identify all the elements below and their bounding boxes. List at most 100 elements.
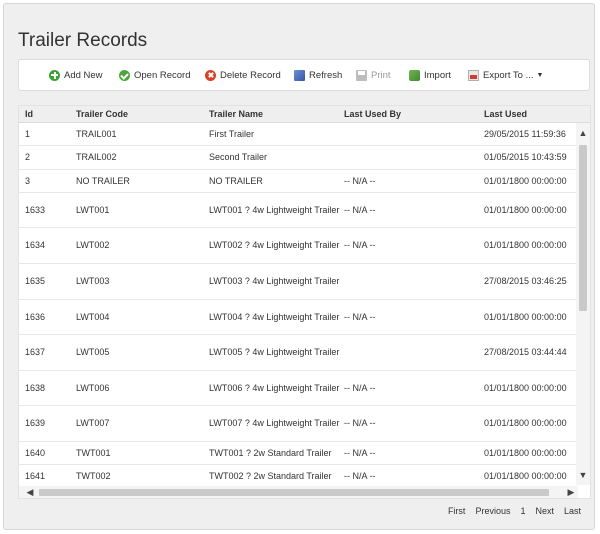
table-row[interactable]: 1 TRAIL001 First Trailer 29/05/2015 11:5… bbox=[19, 123, 577, 146]
print-label: Print bbox=[371, 69, 391, 81]
column-header-last-used-by[interactable]: Last Used By bbox=[344, 109, 401, 119]
cell-id: 1641 bbox=[25, 470, 46, 481]
add-new-button[interactable]: Add New bbox=[49, 60, 103, 90]
table-row[interactable]: 1634 LWT002 LWT002 ? 4w Lightweight Trai… bbox=[19, 228, 577, 264]
open-record-button[interactable]: Open Record bbox=[119, 60, 191, 90]
grid-header: Id Trailer Code Trailer Name Last Used B… bbox=[19, 106, 590, 123]
pager-previous-link[interactable]: Previous bbox=[475, 506, 510, 520]
table-row[interactable]: 1638 LWT006 LWT006 ? 4w Lightweight Trai… bbox=[19, 371, 577, 406]
cell-last-used: 01/01/1800 00:00:00 bbox=[484, 204, 567, 215]
cell-trailer-code: TWT002 bbox=[76, 470, 111, 481]
cell-trailer-name: LWT005 ? 4w Lightweight Trailer bbox=[209, 347, 340, 357]
horizontal-scrollbar[interactable]: ◀ ▶ bbox=[19, 486, 578, 498]
cell-trailer-code: NO TRAILER bbox=[76, 175, 130, 186]
print-button[interactable]: Print bbox=[356, 60, 391, 90]
cell-last-used: 29/05/2015 11:59:36 bbox=[484, 128, 566, 139]
export-label: Export To ... bbox=[483, 69, 534, 81]
export-icon bbox=[468, 69, 479, 81]
vertical-scroll-thumb[interactable] bbox=[579, 145, 587, 311]
column-header-last-used[interactable]: Last Used bbox=[484, 109, 527, 119]
cell-trailer-code: TRAIL002 bbox=[76, 152, 117, 162]
vertical-scrollbar[interactable]: ▲ ▼ bbox=[576, 123, 590, 485]
cell-last-used: 27/08/2015 03:46:25 bbox=[484, 276, 567, 286]
table-row[interactable]: 1637 LWT005 LWT005 ? 4w Lightweight Trai… bbox=[19, 335, 577, 371]
cell-last-used-by: -- N/A -- bbox=[344, 382, 376, 393]
pager-last-link[interactable]: Last bbox=[564, 506, 581, 520]
cell-last-used: 01/01/1800 00:00:00 bbox=[484, 382, 567, 393]
cell-last-used-by bbox=[344, 146, 482, 169]
cell-id: 1634 bbox=[25, 240, 46, 250]
toolbar: Add New Open Record Delete Record Refres… bbox=[18, 59, 590, 91]
cell-id: 3 bbox=[25, 175, 31, 186]
add-icon bbox=[49, 69, 60, 81]
cell-last-used-by: -- N/A -- bbox=[344, 447, 376, 458]
import-button[interactable]: Import bbox=[409, 60, 451, 90]
horizontal-scroll-thumb[interactable] bbox=[39, 489, 549, 496]
column-header-trailer-code[interactable]: Trailer Code bbox=[76, 109, 128, 119]
cell-trailer-name: Second Trailer bbox=[209, 152, 268, 162]
trailer-grid: Id Trailer Code Trailer Name Last Used B… bbox=[18, 105, 591, 499]
cell-last-used-by bbox=[344, 123, 482, 145]
import-icon bbox=[409, 69, 420, 81]
delete-record-button[interactable]: Delete Record bbox=[205, 60, 281, 90]
cell-trailer-code: LWT002 bbox=[76, 240, 110, 250]
cell-trailer-code: LWT007 bbox=[76, 418, 110, 428]
add-new-label: Add New bbox=[64, 69, 103, 81]
page-title: Trailer Records bbox=[18, 30, 148, 51]
table-row[interactable]: 1641 TWT002 TWT002 ? 2w Standard Trailer… bbox=[19, 465, 577, 488]
refresh-button[interactable]: Refresh bbox=[294, 60, 342, 90]
cell-id: 1637 bbox=[25, 347, 46, 357]
open-record-label: Open Record bbox=[134, 69, 191, 81]
cell-trailer-name: LWT002 ? 4w Lightweight Trailer bbox=[209, 240, 340, 250]
cell-last-used: 01/01/1800 00:00:00 bbox=[484, 418, 567, 428]
cell-trailer-name: LWT001 ? 4w Lightweight Trailer bbox=[209, 204, 340, 215]
table-row[interactable]: 1640 TWT001 TWT001 ? 2w Standard Trailer… bbox=[19, 442, 577, 465]
table-row[interactable]: 1636 LWT004 LWT004 ? 4w Lightweight Trai… bbox=[19, 300, 577, 335]
cell-id: 1 bbox=[25, 128, 31, 139]
column-header-id[interactable]: Id bbox=[25, 109, 33, 119]
cell-id: 1638 bbox=[25, 382, 46, 393]
caret-down-icon: ▼ bbox=[536, 71, 544, 79]
cell-id: 1640 bbox=[25, 447, 46, 458]
scroll-left-icon[interactable]: ◀ bbox=[23, 486, 37, 498]
table-row[interactable]: 1635 LWT003 LWT003 ? 4w Lightweight Trai… bbox=[19, 264, 577, 300]
cell-last-used: 01/01/1800 00:00:00 bbox=[484, 175, 567, 186]
table-row[interactable]: 1639 LWT007 LWT007 ? 4w Lightweight Trai… bbox=[19, 406, 577, 442]
trailer-records-panel: Trailer Records Add New Open Record Dele… bbox=[3, 3, 595, 530]
refresh-label: Refresh bbox=[309, 69, 343, 81]
cell-trailer-name: TWT002 ? 2w Standard Trailer bbox=[209, 470, 332, 481]
pager-current-page[interactable]: 1 bbox=[520, 506, 525, 520]
cell-last-used-by: -- N/A -- bbox=[344, 311, 376, 322]
cell-last-used: 01/01/1800 00:00:00 bbox=[484, 240, 567, 250]
pager-next-link[interactable]: Next bbox=[535, 506, 554, 520]
cell-id: 2 bbox=[25, 152, 31, 162]
grid-body: 1 TRAIL001 First Trailer 29/05/2015 11:5… bbox=[19, 123, 577, 488]
cell-trailer-code: LWT004 bbox=[76, 311, 110, 322]
cell-last-used: 01/01/1800 00:00:00 bbox=[484, 311, 567, 322]
cell-last-used-by: -- N/A -- bbox=[344, 175, 376, 186]
scroll-down-icon[interactable]: ▼ bbox=[576, 469, 590, 481]
table-row[interactable]: 2 TRAIL002 Second Trailer 01/05/2015 10:… bbox=[19, 146, 577, 170]
cell-last-used-by: -- N/A -- bbox=[344, 204, 376, 215]
delete-icon bbox=[205, 69, 216, 81]
cell-trailer-name: LWT007 ? 4w Lightweight Trailer bbox=[209, 418, 340, 428]
pager-first-link[interactable]: First bbox=[448, 506, 466, 520]
column-header-trailer-name[interactable]: Trailer Name bbox=[209, 109, 263, 119]
table-row[interactable]: 1633 LWT001 LWT001 ? 4w Lightweight Trai… bbox=[19, 193, 577, 228]
cell-last-used: 01/05/2015 10:43:59 bbox=[484, 152, 567, 162]
table-row[interactable]: 3 NO TRAILER NO TRAILER -- N/A -- 01/01/… bbox=[19, 170, 577, 193]
cell-trailer-name: LWT004 ? 4w Lightweight Trailer bbox=[209, 311, 340, 322]
cell-last-used: 27/08/2015 03:44:44 bbox=[484, 347, 567, 357]
cell-last-used-by: -- N/A -- bbox=[344, 240, 376, 250]
cell-id: 1633 bbox=[25, 204, 46, 215]
cell-last-used-by: -- N/A -- bbox=[344, 470, 376, 481]
scroll-right-icon[interactable]: ▶ bbox=[564, 486, 578, 498]
cell-trailer-code: LWT005 bbox=[76, 347, 110, 357]
cell-last-used: 01/01/1800 00:00:00 bbox=[484, 470, 567, 481]
import-label: Import bbox=[424, 69, 451, 81]
cell-last-used-by bbox=[344, 335, 482, 370]
scroll-up-icon[interactable]: ▲ bbox=[576, 127, 590, 139]
export-to-dropdown[interactable]: Export To ... ▼ bbox=[468, 60, 543, 90]
cell-trailer-name: First Trailer bbox=[209, 128, 254, 139]
cell-id: 1635 bbox=[25, 276, 46, 286]
